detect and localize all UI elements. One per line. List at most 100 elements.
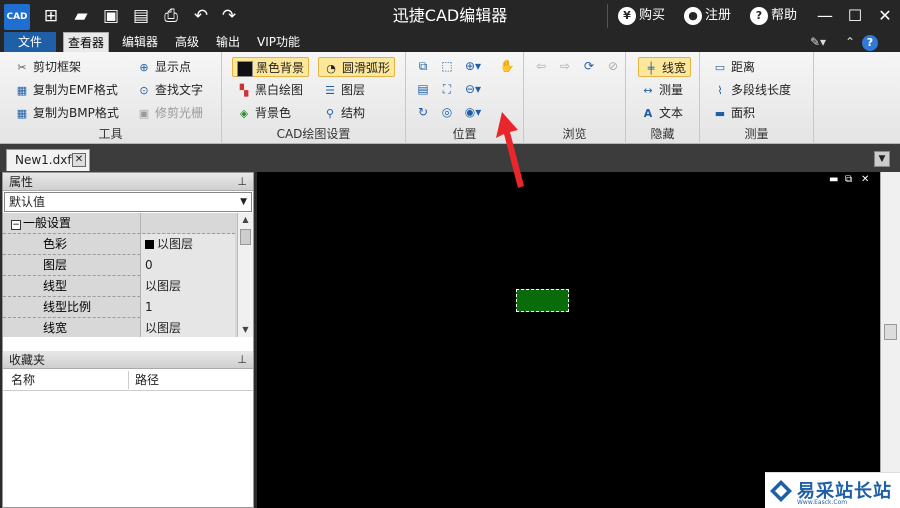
black-bg-icon (237, 60, 253, 77)
pin-icon[interactable]: ⊥ (237, 351, 247, 369)
redo-icon[interactable]: ↷ (218, 5, 240, 27)
copy-bmp-button[interactable]: ▦ 复制为BMP格式 (14, 103, 119, 123)
tab-editor[interactable]: 编辑器 (118, 32, 162, 52)
drawing-canvas[interactable]: ▬ ⧉ ✕ (257, 172, 880, 508)
smooth-arc-button[interactable]: ◔ 圆滑弧形 (318, 57, 396, 77)
tab-vip[interactable]: VIP功能 (253, 32, 304, 52)
favorites-header: 收藏夹 ⊥ (3, 351, 253, 369)
tab-advanced[interactable]: 高级 (171, 32, 203, 52)
maximize-icon[interactable]: ☐ (840, 0, 870, 32)
table-row[interactable]: 线宽 以图层 (3, 318, 235, 337)
rotate-360-icon[interactable]: ↻ (414, 103, 432, 121)
style-brush-icon[interactable]: ✎▾ (810, 33, 826, 51)
red-arrow-annotation (496, 112, 524, 188)
canvas-scroll-thumb[interactable] (884, 324, 897, 340)
tab-output[interactable]: 输出 (212, 32, 244, 52)
scroll-down-icon[interactable]: ▼ (238, 323, 253, 337)
property-value[interactable]: 1 (141, 297, 235, 318)
layers-label: 图层 (341, 83, 366, 97)
window-title: 迅捷CAD编辑器 (392, 6, 508, 25)
find-text-label: 查找文字 (155, 83, 204, 97)
canvas-minimize-icon[interactable]: ▬ (829, 174, 838, 185)
table-row[interactable]: 色彩 以图层 (3, 234, 235, 255)
browse-refresh-icon[interactable]: ⟳ (580, 57, 598, 75)
magnifier-icon[interactable]: ◎ (438, 103, 456, 121)
pan-hand-icon[interactable]: ✋ (498, 57, 516, 75)
find-text-button[interactable]: ⊙ 查找文字 (136, 80, 203, 100)
selected-rectangle-entity[interactable] (516, 289, 569, 312)
property-value[interactable]: 以图层 (141, 234, 235, 255)
distance-button[interactable]: ▭ 距离 (712, 57, 755, 77)
fit-all-icon[interactable]: ⛶ (438, 80, 456, 98)
minimize-icon[interactable]: — (810, 0, 840, 32)
zoom-rect-icon[interactable]: ⬚ (438, 57, 456, 75)
clip-frame-button[interactable]: ✂ 剪切框架 (14, 57, 81, 77)
area-button[interactable]: ▬ 面积 (712, 103, 755, 123)
save-icon[interactable]: ▣ (100, 5, 122, 27)
bw-draw-button[interactable]: ▚ 黑白绘图 (236, 80, 303, 100)
new-file-icon[interactable]: ⊞ (40, 5, 62, 27)
column-name[interactable]: 名称 (11, 369, 35, 391)
open-folder-icon[interactable]: ▰ (70, 5, 92, 27)
buy-button[interactable]: ¥ 购买 (618, 0, 665, 32)
collapse-box-icon[interactable]: − (11, 220, 21, 230)
clip-frame-label: 剪切框架 (33, 60, 82, 74)
user-icon: ● (684, 6, 702, 25)
properties-select[interactable]: 默认值 ▼ (4, 192, 252, 212)
polyline-length-button[interactable]: ⌇ 多段线长度 (712, 80, 791, 100)
property-key: 线宽 (43, 321, 68, 335)
trim-raster-button[interactable]: ▣ 修剪光栅 (136, 103, 203, 123)
zoom-in-icon[interactable]: ⊕▾ (464, 57, 482, 75)
zoom-out-icon[interactable]: ⊖▾ (464, 80, 482, 98)
tab-file[interactable]: 文件 (4, 32, 56, 52)
column-path[interactable]: 路径 (135, 369, 159, 391)
print-icon[interactable]: ⎙ (160, 5, 182, 27)
table-row[interactable]: 线型 以图层 (3, 276, 235, 297)
back-arrow-icon[interactable]: ⇦ (532, 57, 550, 75)
document-tab-label: New1.dxf (15, 153, 72, 167)
help-button[interactable]: ? 帮助 (750, 0, 797, 32)
document-tab-strip: New1.dxf ✕ ▼ (0, 144, 900, 172)
canvas-scrollbar[interactable] (880, 172, 900, 508)
canvas-close-icon[interactable]: ✕ (861, 174, 869, 185)
real-size-icon[interactable]: ▤ (414, 80, 432, 98)
register-label: 注册 (705, 8, 732, 23)
copy-bmp-label: 复制为BMP格式 (33, 106, 119, 120)
linewidth-toggle[interactable]: ╪ 线宽 (638, 57, 692, 77)
property-value[interactable]: 0 (141, 255, 235, 276)
close-icon[interactable]: ✕ (870, 0, 900, 32)
pin-icon[interactable]: ⊥ (237, 173, 247, 191)
polyline-length-label: 多段线长度 (731, 83, 792, 97)
layers-button[interactable]: ☰ 图层 (322, 80, 365, 100)
black-bg-button[interactable]: 黑色背景 (232, 57, 310, 77)
undo-icon[interactable]: ↶ (190, 5, 212, 27)
property-value[interactable]: 以图层 (141, 318, 235, 337)
table-row[interactable]: 图层 0 (3, 255, 235, 276)
ribbon-help-icon[interactable]: ? (862, 33, 878, 51)
tab-list-dropdown-icon[interactable]: ▼ (874, 151, 890, 167)
browse-stop-icon[interactable]: ⊘ (604, 57, 622, 75)
scroll-up-icon[interactable]: ▲ (238, 213, 253, 227)
linewidth-icon: ╪ (647, 61, 655, 75)
text-toggle[interactable]: A 文本 (640, 103, 683, 123)
scroll-thumb[interactable] (240, 229, 251, 245)
table-row[interactable]: 线型比例 1 (3, 297, 235, 318)
fit-window-icon[interactable]: ⧉ (414, 57, 432, 75)
property-category[interactable]: − 一般设置 (3, 213, 235, 234)
close-tab-icon[interactable]: ✕ (72, 153, 86, 167)
forward-arrow-icon[interactable]: ⇨ (556, 57, 574, 75)
show-points-button[interactable]: ⊕ 显示点 (136, 57, 191, 77)
save-as-icon[interactable]: ▤ (130, 5, 152, 27)
document-tab[interactable]: New1.dxf ✕ (6, 149, 90, 171)
collapse-ribbon-icon[interactable]: ⌃ (845, 33, 855, 51)
measure-toggle[interactable]: ↔ 测量 (640, 80, 683, 100)
register-button[interactable]: ● 注册 (684, 0, 731, 32)
property-value[interactable]: 以图层 (141, 276, 235, 297)
property-scrollbar[interactable]: ▲ ▼ (237, 213, 253, 337)
structure-button[interactable]: ⚲ 结构 (322, 103, 365, 123)
copy-emf-button[interactable]: ▦ 复制为EMF格式 (14, 80, 118, 100)
3d-orbit-icon[interactable]: ◉▾ (464, 103, 482, 121)
tab-viewer[interactable]: 查看器 (63, 32, 110, 52)
bg-color-button[interactable]: ◈ 背景色 (236, 103, 291, 123)
canvas-restore-icon[interactable]: ⧉ (845, 174, 852, 185)
